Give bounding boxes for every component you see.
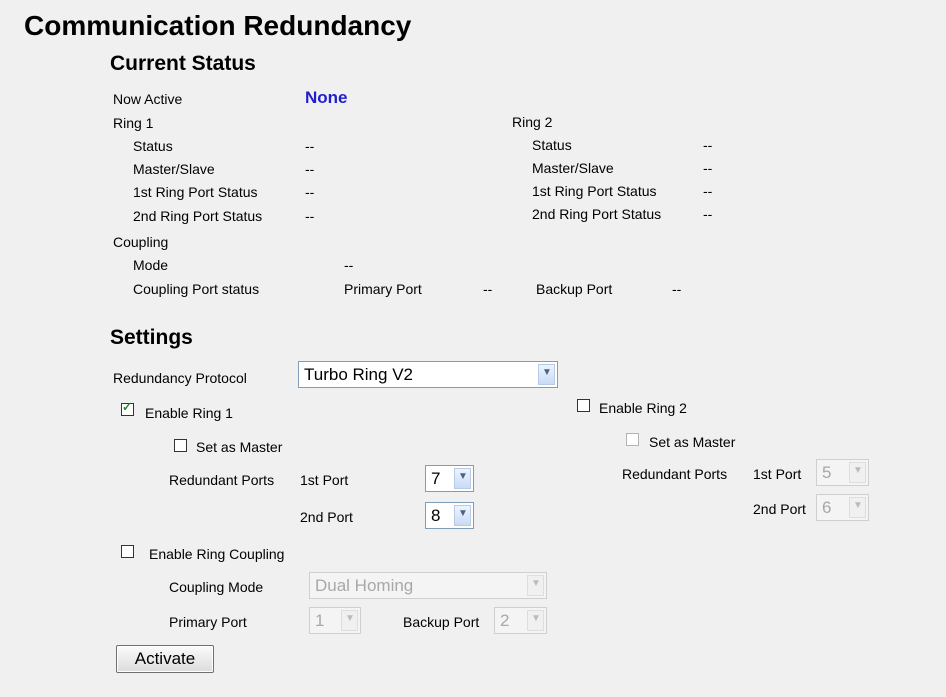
coupling-backup-value: -- — [672, 281, 682, 297]
ring2-port1-label: 1st Ring Port Status — [532, 183, 657, 199]
now-active-value: None — [305, 88, 348, 107]
redundancy-protocol-label: Redundancy Protocol — [113, 370, 247, 386]
coupling-mode-setting-label: Coupling Mode — [169, 579, 264, 595]
ring1-port1-value: -- — [305, 184, 315, 200]
coupling-backup-port-select[interactable]: 2 ▼ — [494, 607, 547, 634]
coupling-primary-port-value: 1 — [315, 611, 325, 630]
ring1-port1-label: 1st Ring Port Status — [133, 184, 258, 200]
ring2-second-port-label: 2nd Port — [753, 501, 806, 517]
ring1-redundant-ports-label: Redundant Ports — [169, 472, 275, 488]
coupling-primary-port-label: Primary Port — [169, 614, 247, 630]
coupling-mode-value: -- — [344, 257, 354, 273]
ring1-status-status-value: -- — [305, 138, 315, 154]
enable-ring-coupling-label: Enable Ring Coupling — [149, 546, 285, 562]
chevron-down-icon: ▼ — [849, 497, 866, 518]
ring2-status-status-value: -- — [703, 137, 713, 153]
ring2-port1-value: -- — [703, 183, 713, 199]
coupling-port-status-label: Coupling Port status — [133, 281, 260, 297]
ring2-second-port-select[interactable]: 6 ▼ — [816, 494, 869, 521]
ring1-master-value: -- — [305, 161, 315, 177]
ring2-first-port-value: 5 — [822, 463, 832, 482]
ring2-second-port-value: 6 — [822, 498, 832, 517]
ring1-port2-value: -- — [305, 208, 315, 224]
chevron-down-icon: ▼ — [527, 610, 544, 631]
coupling-mode-label: Mode — [133, 257, 169, 273]
redundancy-protocol-value: Turbo Ring V2 — [304, 365, 413, 384]
ring2-status-label: Ring 2 — [512, 114, 553, 130]
coupling-mode-select[interactable]: Dual Homing ▼ — [309, 572, 547, 599]
ring1-set-master-checkbox[interactable] — [174, 439, 187, 452]
coupling-mode-setting-value: Dual Homing — [315, 576, 414, 595]
ring2-first-port-label: 1st Port — [753, 466, 802, 482]
chevron-down-icon: ▼ — [849, 462, 866, 483]
coupling-primary-label: Primary Port — [344, 281, 422, 297]
ring2-master-value: -- — [703, 160, 713, 176]
coupling-status-label: Coupling — [113, 234, 169, 250]
coupling-primary-value: -- — [483, 281, 493, 297]
enable-ring2-checkbox[interactable] — [577, 399, 590, 412]
ring2-redundant-ports-label: Redundant Ports — [622, 466, 728, 482]
chevron-down-icon: ▼ — [527, 575, 544, 596]
ring2-port2-value: -- — [703, 206, 713, 222]
enable-ring1-label: Enable Ring 1 — [145, 405, 233, 421]
chevron-down-icon: ▼ — [454, 505, 471, 526]
settings-heading: Settings — [110, 326, 193, 349]
ring1-port2-label: 2nd Ring Port Status — [133, 208, 263, 224]
coupling-backup-port-label: Backup Port — [403, 614, 480, 630]
ring1-first-port-select[interactable]: 7 ▼ — [425, 465, 474, 492]
ring2-port2-label: 2nd Ring Port Status — [532, 206, 662, 222]
ring1-second-port-select[interactable]: 8 ▼ — [425, 502, 474, 529]
now-active-label: Now Active — [113, 91, 183, 107]
chevron-down-icon: ▼ — [454, 468, 471, 489]
ring2-status-status-label: Status — [532, 137, 572, 153]
ring1-first-port-value: 7 — [431, 469, 441, 488]
chevron-down-icon: ▼ — [538, 364, 555, 385]
ring1-status-label: Ring 1 — [113, 115, 154, 131]
check-icon: ✓ — [122, 400, 133, 414]
enable-ring1-checkbox[interactable]: ✓ — [121, 400, 134, 416]
page-title: Communication Redundancy — [24, 10, 412, 41]
coupling-backup-label: Backup Port — [536, 281, 613, 297]
chevron-down-icon: ▼ — [341, 610, 358, 631]
ring2-master-label: Master/Slave — [532, 160, 614, 176]
ring1-status-status-label: Status — [133, 138, 173, 154]
ring1-second-port-label: 2nd Port — [300, 509, 353, 525]
redundancy-protocol-select[interactable]: Turbo Ring V2 ▼ — [298, 361, 558, 388]
enable-ring-coupling-checkbox[interactable] — [121, 545, 134, 558]
ring1-set-master-label: Set as Master — [196, 439, 283, 455]
ring1-second-port-value: 8 — [431, 506, 441, 525]
enable-ring2-label: Enable Ring 2 — [599, 400, 687, 416]
coupling-backup-port-value: 2 — [500, 611, 510, 630]
ring1-master-label: Master/Slave — [133, 161, 215, 177]
ring2-set-master-label: Set as Master — [649, 434, 736, 450]
coupling-primary-port-select[interactable]: 1 ▼ — [309, 607, 361, 634]
ring2-set-master-checkbox[interactable] — [626, 433, 639, 446]
ring1-first-port-label: 1st Port — [300, 472, 349, 488]
ring2-first-port-select[interactable]: 5 ▼ — [816, 459, 869, 486]
activate-button[interactable]: Activate — [116, 645, 214, 673]
current-status-heading: Current Status — [110, 52, 256, 75]
